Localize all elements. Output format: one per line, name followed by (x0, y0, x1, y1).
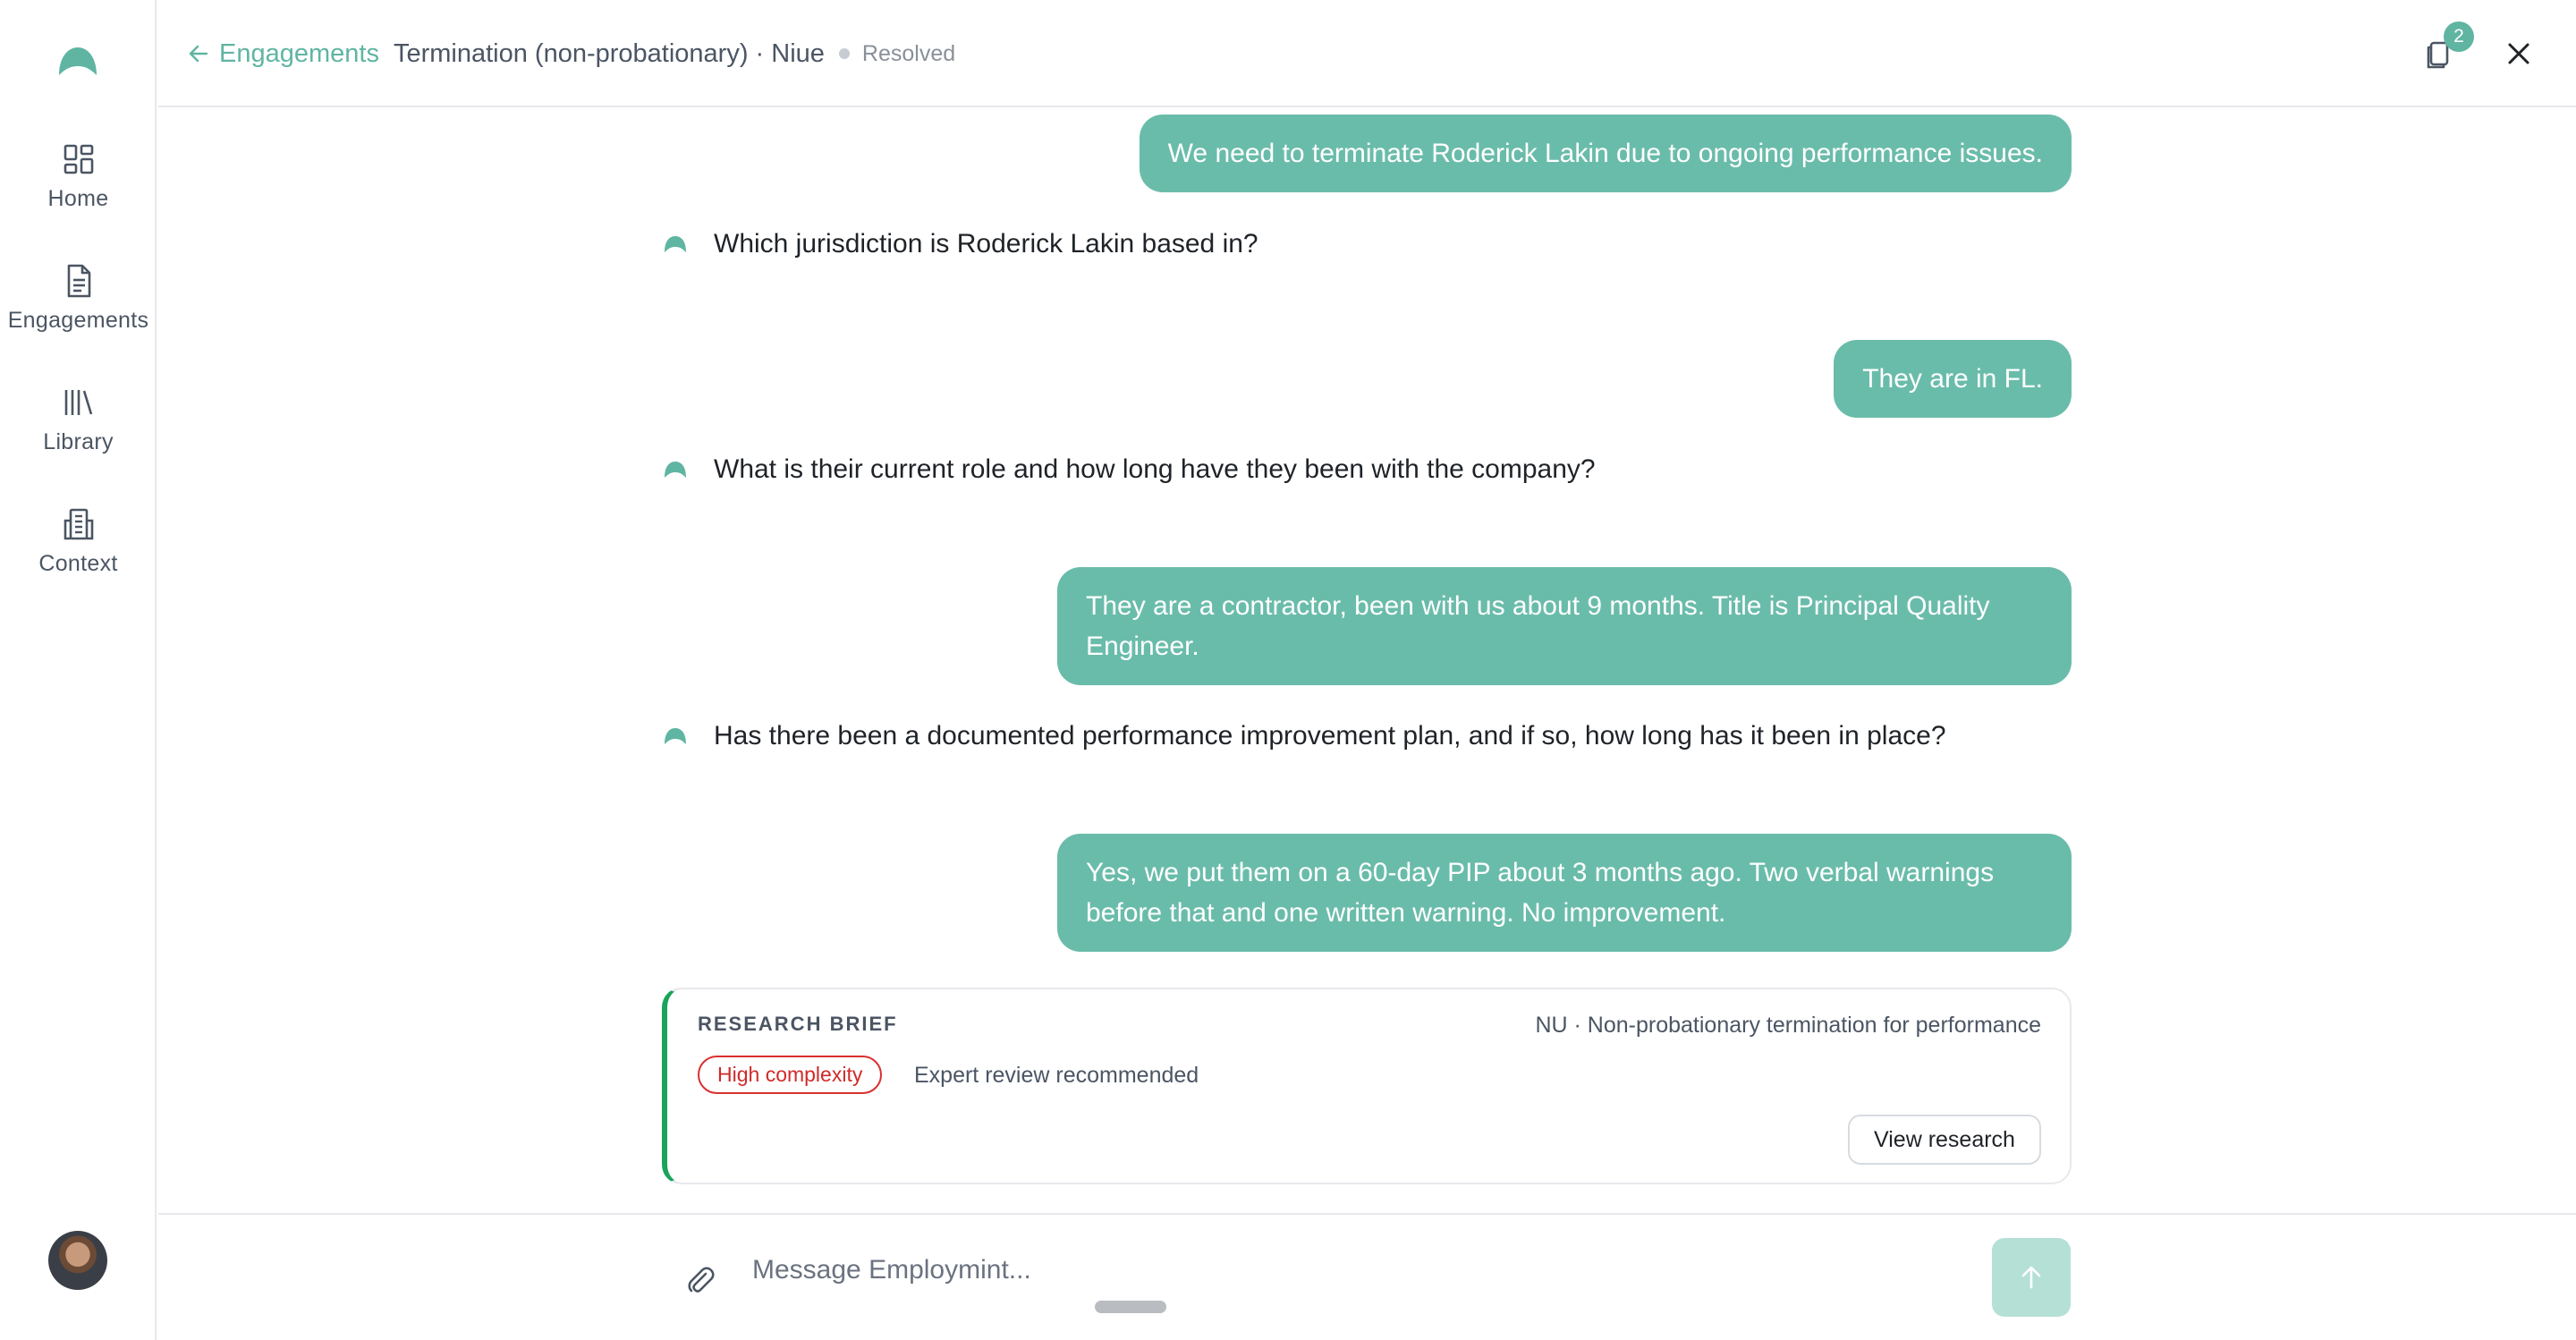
sidebar-item-engagements[interactable]: Engagements (0, 263, 157, 334)
page-title: Termination (non-probationary) · Niue (393, 38, 825, 68)
app-window: Home Engagements Library Context Engagem… (0, 0, 2576, 1340)
sidebar-item-context[interactable]: Context (0, 506, 157, 577)
review-note: Expert review recommended (914, 1063, 1199, 1088)
app-logo-icon[interactable] (57, 45, 98, 81)
status-dot (838, 48, 850, 59)
assistant-logo-icon (665, 728, 686, 744)
assistant-logo-icon (665, 236, 686, 252)
documents-button[interactable]: 2 (2417, 21, 2474, 75)
arrow-up-icon (2021, 1266, 2041, 1289)
assistant-message: Which jurisdiction is Roderick Lakin bas… (664, 229, 1258, 259)
assistant-logo-icon (665, 462, 686, 478)
back-to-engagements-link[interactable]: Engagements (187, 39, 379, 69)
paperclip-icon[interactable] (682, 1261, 717, 1297)
conversation-thread: We need to terminate Roderick Lakin due … (158, 109, 2576, 1213)
library-icon (64, 390, 92, 415)
message-composer (158, 1213, 2576, 1340)
close-icon[interactable] (2501, 36, 2537, 72)
user-message: They are a contractor, been with us abou… (1057, 567, 2072, 685)
building-icon (64, 508, 93, 540)
sidebar-item-label: Engagements (7, 308, 149, 333)
status-badge: Resolved (861, 40, 956, 66)
header: Engagements Termination (non-probationar… (158, 0, 2576, 107)
user-message: We need to terminate Roderick Lakin due … (1139, 114, 2072, 192)
view-research-button[interactable]: View research (1848, 1115, 2041, 1165)
message-input[interactable] (752, 1245, 1897, 1295)
breadcrumb: Engagements Termination (non-probationar… (187, 36, 955, 72)
sidebar-item-label: Home (47, 186, 109, 211)
send-button[interactable] (1992, 1238, 2071, 1317)
sidebar-item-home[interactable]: Home (0, 141, 157, 212)
research-brief-card: RESEARCH BRIEF NU · Non-probationary ter… (662, 988, 2072, 1184)
sidebar: Home Engagements Library Context (0, 0, 157, 1340)
scroll-handle[interactable] (1095, 1301, 1166, 1313)
assistant-message-text: Which jurisdiction is Roderick Lakin bas… (714, 229, 1258, 259)
document-icon (67, 264, 90, 298)
assistant-message: Has there been a documented performance … (664, 721, 1946, 751)
grid-icon (64, 144, 93, 174)
back-link-label: Engagements (219, 38, 379, 68)
user-message: They are in FL. (1834, 340, 2072, 418)
user-avatar[interactable] (48, 1231, 107, 1290)
sidebar-item-label: Library (43, 429, 114, 454)
assistant-message: What is their current role and how long … (664, 454, 1596, 485)
complexity-badge: High complexity (698, 1056, 883, 1094)
arrow-left-icon (189, 45, 208, 63)
assistant-message-text: What is their current role and how long … (714, 454, 1596, 484)
user-message: Yes, we put them on a 60-day PIP about 3… (1057, 834, 2072, 952)
sidebar-item-library[interactable]: Library (0, 385, 157, 455)
research-brief-title: RESEARCH BRIEF (698, 1013, 898, 1035)
sidebar-item-label: Context (38, 551, 118, 576)
assistant-message-text: Has there been a documented performance … (714, 721, 1946, 751)
documents-count-badge: 2 (2444, 21, 2474, 52)
research-brief-meta: NU · Non-probationary termination for pe… (1535, 1013, 2041, 1038)
